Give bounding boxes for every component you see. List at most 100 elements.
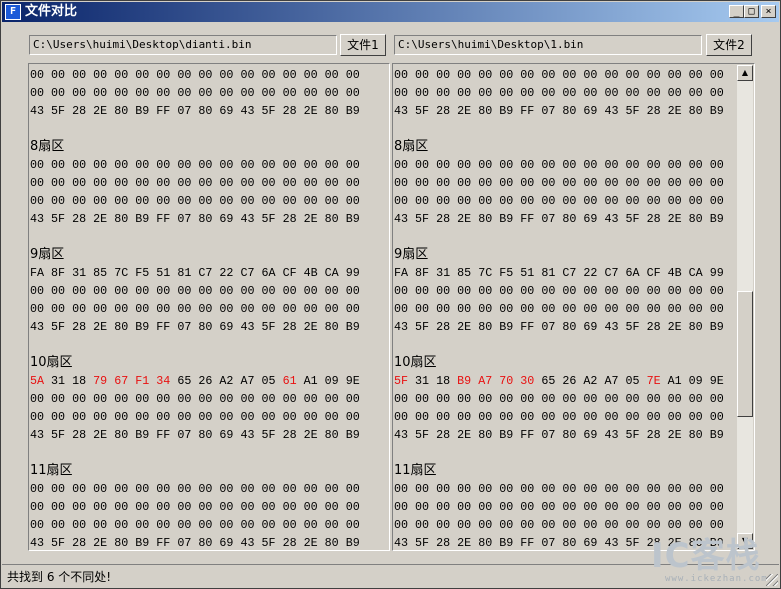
hex-byte: 00 <box>303 176 318 190</box>
title-bar[interactable]: F 文件对比 _ □ × <box>2 2 779 22</box>
hex-line: 00 00 00 00 00 00 00 00 00 00 00 00 00 0… <box>30 84 389 102</box>
hex-byte: 00 <box>562 284 577 298</box>
hex-byte: 99 <box>709 266 724 280</box>
close-button[interactable]: × <box>761 5 776 18</box>
hex-byte: 00 <box>93 176 108 190</box>
hex-line: 00 00 00 00 00 00 00 00 00 00 00 00 00 0… <box>394 192 754 210</box>
hex-byte: 00 <box>562 68 577 82</box>
hex-byte: 00 <box>562 176 577 190</box>
hex-byte: 2E <box>93 428 108 442</box>
hex-byte: 00 <box>394 392 409 406</box>
hex-byte: 00 <box>457 68 472 82</box>
hex-byte: 80 <box>478 104 493 118</box>
hex-byte-diff: 30 <box>520 374 535 388</box>
hex-byte: 00 <box>72 284 87 298</box>
hex-byte: 00 <box>457 158 472 172</box>
file1-button[interactable]: 文件1 <box>340 34 386 56</box>
hex-byte: 00 <box>646 302 661 316</box>
hex-byte: 00 <box>541 410 556 424</box>
hex-byte: 00 <box>457 194 472 208</box>
hex-byte: 28 <box>72 104 87 118</box>
hex-byte: 00 <box>93 68 108 82</box>
hex-byte: 00 <box>520 194 535 208</box>
hex-byte: 00 <box>709 410 724 424</box>
hex-byte: 07 <box>541 428 556 442</box>
hex-byte: 00 <box>135 500 150 514</box>
hex-byte: 00 <box>72 410 87 424</box>
hex-byte: 00 <box>583 176 598 190</box>
hex-byte: 43 <box>30 320 45 334</box>
hex-byte: 00 <box>436 68 451 82</box>
hex-byte: 00 <box>499 176 514 190</box>
right-pane-scrollbar[interactable]: ▲ ▼ <box>737 65 753 549</box>
hex-byte: 00 <box>114 284 129 298</box>
hex-byte: 00 <box>324 194 339 208</box>
hex-byte: 00 <box>625 284 640 298</box>
hex-byte: 51 <box>156 266 171 280</box>
hex-byte: FF <box>520 104 535 118</box>
file2-button[interactable]: 文件2 <box>706 34 752 56</box>
scroll-up-button[interactable]: ▲ <box>737 65 753 81</box>
hex-byte: 80 <box>324 536 339 550</box>
hex-byte: 00 <box>583 302 598 316</box>
hex-byte: 00 <box>604 410 619 424</box>
hex-byte: 07 <box>541 212 556 226</box>
hex-byte: 00 <box>667 176 682 190</box>
hex-byte: 07 <box>177 104 192 118</box>
hex-byte: 00 <box>324 518 339 532</box>
hex-byte: 8F <box>415 266 430 280</box>
hex-byte: 00 <box>541 158 556 172</box>
hex-byte: 6A <box>625 266 640 280</box>
hex-byte: 00 <box>30 302 45 316</box>
app-icon: F <box>5 4 21 20</box>
watermark-main-text: IC客栈 <box>651 536 761 576</box>
hex-byte: 00 <box>562 158 577 172</box>
hex-byte: 5F <box>51 320 66 334</box>
hex-byte: 00 <box>156 482 171 496</box>
hex-byte: 00 <box>282 302 297 316</box>
file2-path-field[interactable]: C:\Users\huimi\Desktop\1.bin <box>394 35 702 55</box>
hex-byte: 00 <box>457 176 472 190</box>
hex-byte: 69 <box>583 104 598 118</box>
hex-byte: 00 <box>261 392 276 406</box>
hex-byte: 28 <box>72 320 87 334</box>
hex-byte: 5F <box>51 212 66 226</box>
hex-byte: 2E <box>667 212 682 226</box>
hex-byte: 28 <box>72 536 87 550</box>
hex-byte: 00 <box>499 302 514 316</box>
hex-byte: 00 <box>177 86 192 100</box>
hex-byte: 00 <box>282 518 297 532</box>
sector-label: 9扇区 <box>394 247 429 262</box>
hex-byte: C7 <box>240 266 255 280</box>
file1-path-field[interactable]: C:\Users\huimi\Desktop\dianti.bin <box>29 35 337 55</box>
hex-byte: 00 <box>324 86 339 100</box>
hex-byte: 2E <box>457 104 472 118</box>
hex-byte: 28 <box>282 536 297 550</box>
hex-line: 00 00 00 00 00 00 00 00 00 00 00 00 00 0… <box>394 300 754 318</box>
left-hex-pane[interactable]: 00 00 00 00 00 00 00 00 00 00 00 00 00 0… <box>28 63 390 551</box>
hex-byte: 00 <box>394 194 409 208</box>
hex-byte: 28 <box>72 428 87 442</box>
hex-byte: 00 <box>604 194 619 208</box>
hex-byte: 00 <box>499 194 514 208</box>
right-hex-pane[interactable]: 00 00 00 00 00 00 00 00 00 00 00 00 00 0… <box>392 63 755 551</box>
maximize-button[interactable]: □ <box>744 5 759 18</box>
resize-grip-icon[interactable] <box>766 574 778 586</box>
hex-line: 43 5F 28 2E 80 B9 FF 07 80 69 43 5F 28 2… <box>394 210 754 228</box>
hex-byte: 7C <box>114 266 129 280</box>
hex-byte: 00 <box>499 410 514 424</box>
hex-byte: 80 <box>324 104 339 118</box>
hex-byte: A1 <box>303 374 318 388</box>
hex-byte: 00 <box>709 302 724 316</box>
hex-byte: 00 <box>604 86 619 100</box>
hex-byte: 00 <box>30 158 45 172</box>
hex-byte: 00 <box>30 68 45 82</box>
hex-byte: 00 <box>625 68 640 82</box>
scroll-thumb[interactable] <box>737 291 753 417</box>
hex-byte: 00 <box>688 194 703 208</box>
hex-byte: 00 <box>114 86 129 100</box>
hex-byte: 00 <box>51 176 66 190</box>
hex-byte: 00 <box>436 284 451 298</box>
minimize-button[interactable]: _ <box>729 5 744 18</box>
